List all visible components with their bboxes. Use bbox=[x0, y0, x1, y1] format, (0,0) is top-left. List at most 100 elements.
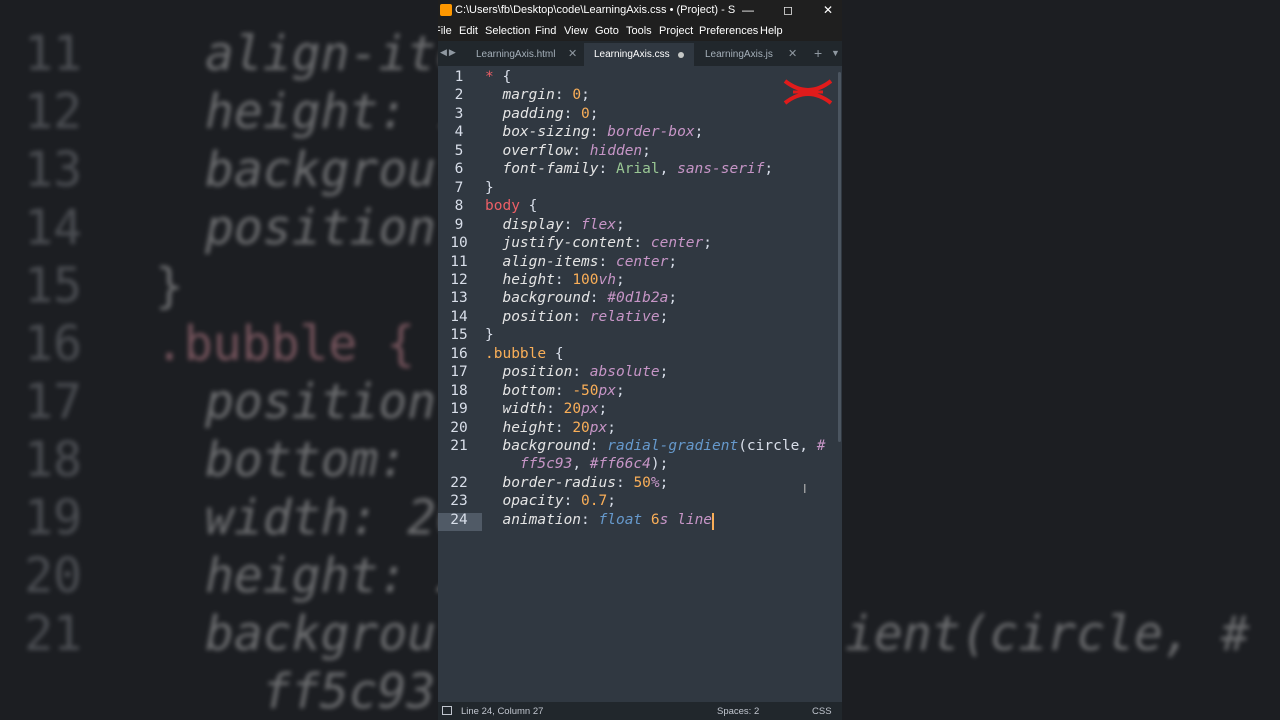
code-token: 50 bbox=[633, 474, 651, 491]
menu-goto[interactable]: Goto bbox=[595, 25, 619, 37]
menu-find[interactable]: Find bbox=[535, 25, 556, 37]
menu-edit[interactable]: Edit bbox=[459, 25, 478, 37]
menu-file[interactable]: File bbox=[438, 25, 452, 37]
tab-learningaxis-css[interactable]: LearningAxis.css bbox=[584, 43, 694, 66]
code-editor[interactable]: I 1 * {2 margin: 0; 3 padding: 0; 4 box-siz… bbox=[438, 66, 842, 702]
code-line[interactable]: padding: 0; bbox=[485, 105, 598, 122]
tab-label: LearningAxis.css bbox=[594, 49, 670, 60]
background-code-text: position bbox=[205, 200, 437, 256]
code-line[interactable]: background: radial-gradient(circle, # bbox=[485, 438, 825, 454]
tab-learningaxis-html[interactable]: LearningAxis.html ✕ bbox=[466, 43, 584, 66]
menu-view[interactable]: View bbox=[564, 25, 588, 37]
code-line[interactable]: border-radius: 50%; bbox=[485, 475, 668, 491]
line-number: 1 bbox=[454, 69, 464, 85]
menu-tools[interactable]: Tools bbox=[626, 25, 652, 37]
menu-preferences[interactable]: Preferences bbox=[699, 25, 758, 37]
tab-close-icon[interactable]: ✕ bbox=[788, 43, 797, 66]
code-line[interactable]: } bbox=[485, 327, 494, 343]
code-line[interactable]: align-items: center; bbox=[485, 254, 677, 270]
code-token: : bbox=[598, 161, 616, 178]
line-number: 10 bbox=[450, 235, 468, 252]
code-token: : bbox=[572, 364, 590, 381]
code-line[interactable]: background: #0d1b2a; bbox=[485, 290, 677, 306]
maximize-icon[interactable]: ◻ bbox=[768, 2, 808, 19]
line-number: 15 bbox=[450, 327, 468, 344]
panel-toggle-icon[interactable] bbox=[442, 706, 452, 715]
menu-project[interactable]: Project bbox=[659, 25, 693, 37]
code-token: Arial bbox=[615, 161, 660, 178]
code-line[interactable]: height: 20px; bbox=[485, 420, 616, 436]
code-token: border-box bbox=[607, 124, 695, 141]
code-line[interactable]: justify-content: center; bbox=[485, 235, 712, 251]
background-code-line: 19 width: 20 bbox=[0, 489, 465, 547]
code-token: background bbox=[502, 438, 590, 454]
code-token: % bbox=[650, 474, 660, 491]
code-line[interactable]: overflow: hidden; bbox=[485, 142, 650, 159]
close-icon[interactable]: ✕ bbox=[808, 2, 842, 19]
background-code-text: backgrour bbox=[205, 606, 466, 662]
tab-menu-icon[interactable]: ▼ bbox=[831, 48, 840, 58]
background-code-text: .bubble { bbox=[155, 316, 416, 372]
code-line[interactable]: display: flex; bbox=[485, 216, 624, 233]
tab-label: LearningAxis.js bbox=[705, 49, 773, 60]
code-line[interactable]: ff5c93, #ff66c4); bbox=[485, 456, 668, 472]
background-code-line: 11 align-ite bbox=[0, 25, 465, 83]
sublime-app-icon bbox=[440, 4, 452, 16]
code-token: : bbox=[554, 271, 573, 288]
code-line[interactable]: bottom: -50px; bbox=[485, 383, 624, 399]
menu-selection[interactable]: Selection bbox=[485, 25, 530, 37]
line-number: 21 bbox=[450, 438, 468, 454]
tab-learningaxis-js[interactable]: LearningAxis.js ✕ bbox=[694, 43, 800, 66]
add-tab-icon[interactable]: + bbox=[814, 45, 822, 61]
code-token: : bbox=[572, 308, 590, 325]
code-line[interactable]: height: 100vh; bbox=[485, 271, 624, 288]
code-line[interactable]: body { bbox=[485, 198, 537, 214]
code-line[interactable]: width: 20px; bbox=[485, 401, 607, 417]
background-line-number: 16 bbox=[24, 316, 82, 372]
code-line[interactable]: box-sizing: border-box; bbox=[485, 124, 703, 140]
code-token: ; bbox=[659, 474, 669, 491]
code-token: margin bbox=[502, 87, 555, 104]
code-line[interactable]: font-family: Arial, sans-serif; bbox=[485, 161, 773, 177]
background-code-line: 18 bottom: bbox=[0, 431, 440, 489]
code-token: ; bbox=[598, 401, 608, 418]
indentation-setting[interactable]: Spaces: 2 bbox=[717, 706, 759, 717]
code-line[interactable]: .bubble { bbox=[485, 346, 564, 362]
code-line[interactable]: * { bbox=[485, 69, 511, 85]
code-line[interactable]: margin: 0; bbox=[485, 87, 589, 104]
tab-close-icon[interactable]: ✕ bbox=[568, 43, 577, 66]
code-token: { bbox=[546, 345, 564, 362]
code-line[interactable]: } bbox=[485, 180, 494, 196]
tab-nav-arrows-icon[interactable]: ◀▶ bbox=[440, 47, 458, 58]
code-line[interactable]: position: relative; bbox=[485, 309, 668, 325]
background-line-number: 20 bbox=[24, 548, 82, 604]
code-token: : bbox=[563, 493, 582, 510]
menu-help[interactable]: Help bbox=[760, 25, 783, 37]
unsaved-dot-icon[interactable] bbox=[678, 52, 684, 58]
code-token: center bbox=[615, 253, 669, 270]
code-token: { bbox=[502, 69, 512, 85]
minimize-icon[interactable]: — bbox=[728, 2, 768, 19]
code-token: , bbox=[659, 161, 678, 178]
code-line[interactable]: animation: float 6s line bbox=[485, 512, 712, 528]
background-code-text: height: 1 bbox=[205, 84, 466, 140]
code-token: padding bbox=[502, 105, 564, 122]
code-token: float bbox=[598, 511, 643, 528]
background-code-text: height: 2 bbox=[205, 548, 466, 604]
line-number: 16 bbox=[450, 345, 468, 362]
code-token: hidden bbox=[589, 142, 643, 159]
background-code-line: 15} bbox=[0, 257, 440, 315]
code-token: absolute bbox=[589, 364, 660, 381]
vertical-scrollbar[interactable] bbox=[838, 72, 841, 442]
code-token: flex bbox=[581, 216, 616, 233]
code-line[interactable]: opacity: 0.7; bbox=[485, 493, 616, 509]
cursor-position[interactable]: Line 24, Column 27 bbox=[461, 706, 543, 717]
code-line[interactable]: position: absolute; bbox=[485, 364, 668, 380]
syntax-selector[interactable]: CSS bbox=[812, 706, 832, 717]
